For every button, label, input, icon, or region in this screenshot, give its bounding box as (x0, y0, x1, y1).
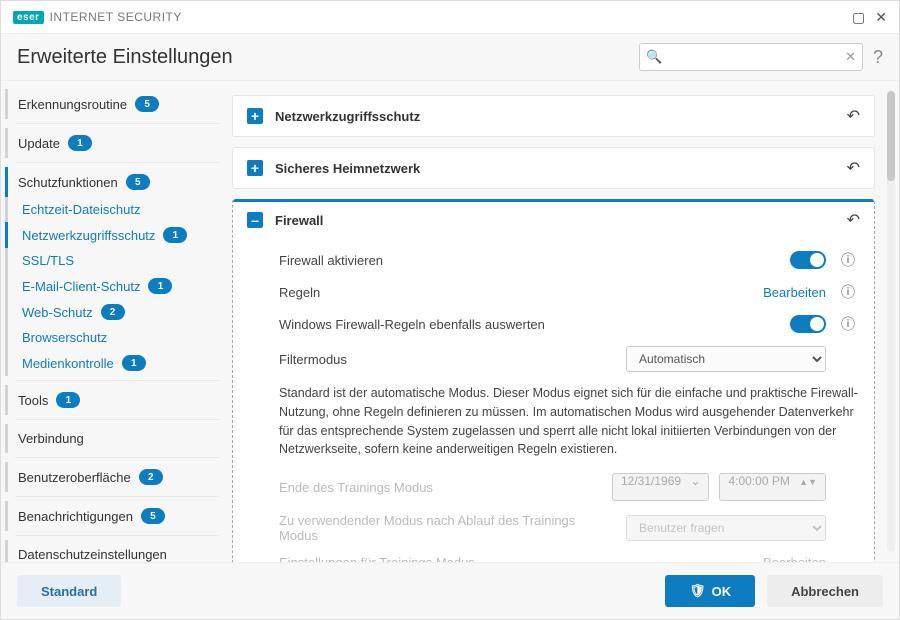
count-badge: 2 (139, 469, 163, 485)
collapse-icon: – (247, 212, 263, 228)
sidebar-item-label: Tools (18, 393, 48, 408)
sidebar-item[interactable]: Browserschutz (5, 325, 230, 350)
sidebar-item[interactable]: Echtzeit-Dateischutz (5, 197, 230, 222)
count-badge: 5 (141, 508, 165, 524)
undo-icon[interactable]: ↶ (847, 106, 860, 126)
info-icon[interactable]: ⓘ (841, 250, 855, 270)
link-edit-rules[interactable]: Bearbeiten (763, 285, 826, 300)
default-button[interactable]: Standard (17, 575, 121, 607)
search-clear-icon[interactable]: ✕ (845, 49, 856, 65)
help-icon[interactable]: ? (873, 47, 883, 68)
link-training-settings: Bearbeiten (763, 555, 826, 562)
info-icon[interactable]: ⓘ (841, 282, 855, 302)
sidebar-item[interactable]: Medienkontrolle 1 (5, 350, 230, 376)
count-badge: 1 (56, 392, 80, 408)
sidebar-item-label: E-Mail-Client-Schutz (22, 279, 140, 294)
chevron-down-icon: ⌄ (690, 474, 700, 488)
sidebar-item-label: Update (18, 136, 60, 151)
sidebar-item[interactable]: Verbindung (5, 424, 230, 453)
sidebar-item-label: Schutzfunktionen (18, 175, 118, 190)
row-label-training-end: Ende des Trainings Modus (279, 480, 602, 495)
sidebar-item-label: Erkennungsroutine (18, 97, 127, 112)
sidebar-item[interactable]: SSL/TLS (5, 248, 230, 273)
panel-title: Netzwerkzugriffsschutz (275, 109, 835, 124)
undo-icon[interactable]: ↶ (847, 158, 860, 178)
search-box[interactable]: 🔍 ✕ (639, 43, 863, 71)
cancel-button[interactable]: Abbrechen (767, 575, 883, 607)
row-label-winfw: Windows Firewall-Regeln ebenfalls auswer… (279, 317, 780, 332)
sidebar-item[interactable]: Benachrichtigungen 5 (5, 501, 230, 531)
search-icon: 🔍 (646, 49, 662, 65)
time-training-end: 4:00:00 PM ▲▼ (719, 473, 826, 501)
sidebar-item-label: Browserschutz (22, 330, 107, 345)
panel-header-home-network[interactable]: + Sicheres Heimnetzwerk ↶ (233, 148, 874, 188)
sidebar-item[interactable]: Benutzeroberfläche 2 (5, 462, 230, 492)
stepper-icon: ▲▼ (799, 477, 817, 487)
window-maximize-icon[interactable]: ▢ (852, 9, 865, 26)
row-label-rules: Regeln (279, 285, 753, 300)
expand-icon: + (247, 108, 263, 124)
panel-header-network-protection[interactable]: + Netzwerkzugriffsschutz ↶ (233, 96, 874, 136)
row-label-training-settings: Einstellungen für Trainings Modus (279, 555, 753, 562)
sidebar-item[interactable]: Tools 1 (5, 385, 230, 415)
filtermode-description: Standard ist der automatische Modus. Die… (279, 378, 860, 467)
shield-icon: 🛡 (689, 583, 706, 599)
brand-text: INTERNET SECURITY (50, 10, 182, 24)
select-after-training: Benutzer fragen (626, 515, 826, 541)
ok-button[interactable]: 🛡OK (665, 575, 755, 607)
row-label-enable-firewall: Firewall aktivieren (279, 253, 780, 268)
toggle-enable-firewall[interactable] (790, 251, 826, 269)
sidebar-item[interactable]: E-Mail-Client-Schutz 1 (5, 273, 230, 299)
page-title: Erweiterte Einstellungen (17, 46, 233, 69)
count-badge: 1 (163, 227, 187, 243)
window-close-icon[interactable]: ✕ (875, 9, 887, 26)
count-badge: 1 (122, 355, 146, 371)
select-filtermode[interactable]: Automatisch (626, 346, 826, 372)
row-label-after-training: Zu verwendender Modus nach Ablauf des Tr… (279, 513, 616, 543)
sidebar-item[interactable]: Schutzfunktionen 5 (5, 167, 230, 197)
count-badge: 1 (148, 278, 172, 294)
row-label-filtermode: Filtermodus (279, 352, 616, 367)
count-badge: 5 (126, 174, 150, 190)
sidebar-item-label: SSL/TLS (22, 253, 74, 268)
info-icon[interactable]: ⓘ (841, 314, 855, 334)
sidebar-item-label: Benachrichtigungen (18, 509, 133, 524)
sidebar-item-label: Netzwerkzugriffsschutz (22, 228, 155, 243)
sidebar-item-label: Benutzeroberfläche (18, 470, 131, 485)
sidebar-item-label: Verbindung (18, 431, 84, 446)
sidebar-item[interactable]: Web-Schutz 2 (5, 299, 230, 325)
panel-title: Sicheres Heimnetzwerk (275, 161, 835, 176)
brand-logo: eser (13, 11, 44, 24)
sidebar: Erkennungsroutine 5 Update 1 Schutzfunktione… (1, 81, 230, 562)
expand-icon: + (247, 160, 263, 176)
sidebar-item-label: Echtzeit-Dateischutz (22, 202, 141, 217)
scrollbar-vertical[interactable] (887, 91, 895, 552)
count-badge: 5 (135, 96, 159, 112)
sidebar-item[interactable]: Datenschutzeinstellungen (5, 540, 230, 562)
undo-icon[interactable]: ↶ (847, 210, 860, 230)
sidebar-item-label: Datenschutzeinstellungen (18, 547, 167, 562)
panel-title: Firewall (275, 213, 835, 228)
search-input[interactable] (662, 49, 845, 66)
sidebar-item-label: Web-Schutz (22, 305, 93, 320)
sidebar-item[interactable]: Erkennungsroutine 5 (5, 89, 230, 119)
sidebar-item[interactable]: Update 1 (5, 128, 230, 158)
sidebar-item[interactable]: Netzwerkzugriffsschutz 1 (5, 222, 230, 248)
scrollbar-thumb[interactable] (887, 91, 895, 181)
date-training-end: 12/31/1969 ⌄ (612, 473, 709, 501)
panel-header-firewall[interactable]: – Firewall ↶ (233, 199, 874, 240)
sidebar-item-label: Medienkontrolle (22, 356, 114, 371)
count-badge: 2 (101, 304, 125, 320)
count-badge: 1 (68, 135, 92, 151)
toggle-winfw[interactable] (790, 315, 826, 333)
